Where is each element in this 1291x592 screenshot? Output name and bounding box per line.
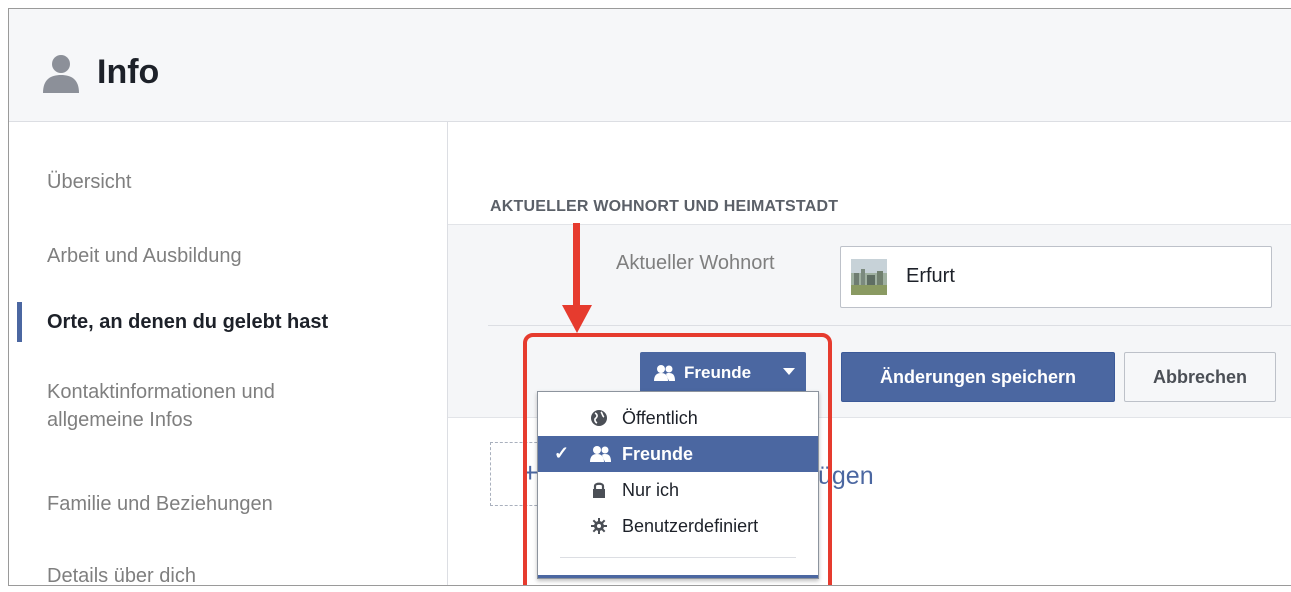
sidebar-item-family-relationships[interactable]: Familie und Beziehungen	[47, 490, 273, 518]
sidebar-item-overview[interactable]: Übersicht	[47, 168, 131, 196]
sidebar-item-places-lived[interactable]: Orte, an denen du gelebt hast	[47, 308, 328, 336]
sidebar-item-details-about-you[interactable]: Details über dich	[47, 562, 196, 585]
sidebar-item-contact-info[interactable]: Kontaktinformationen und allgemeine Info…	[47, 378, 275, 434]
info-panel: Info Übersicht Arbeit und Ausbildung Ort…	[8, 8, 1291, 586]
active-indicator	[17, 302, 22, 342]
section-title: AKTUELLER WOHNORT UND HEIMATSTADT	[490, 198, 839, 215]
city-thumbnail-icon	[851, 259, 887, 295]
sidebar-item-label: Kontaktinformationen und	[47, 381, 275, 403]
form-divider	[488, 325, 1291, 326]
page-title: Info	[97, 53, 160, 91]
current-city-label: Aktueller Wohnort	[616, 252, 775, 274]
person-icon	[43, 55, 79, 93]
sidebar: Übersicht Arbeit und Ausbildung Orte, an…	[9, 122, 448, 585]
cancel-button[interactable]: Abbrechen	[1124, 352, 1276, 402]
annotation-highlight-box	[523, 333, 832, 585]
current-city-input[interactable]: Erfurt	[840, 246, 1272, 308]
annotation-arrow-head	[562, 305, 592, 333]
info-header: Info	[9, 9, 1291, 122]
sidebar-item-label: allgemeine Infos	[47, 409, 193, 431]
sidebar-item-work-education[interactable]: Arbeit und Ausbildung	[47, 242, 242, 270]
current-city-value: Erfurt	[906, 265, 955, 287]
save-changes-button[interactable]: Änderungen speichern	[841, 352, 1115, 402]
annotation-arrow	[573, 223, 580, 309]
